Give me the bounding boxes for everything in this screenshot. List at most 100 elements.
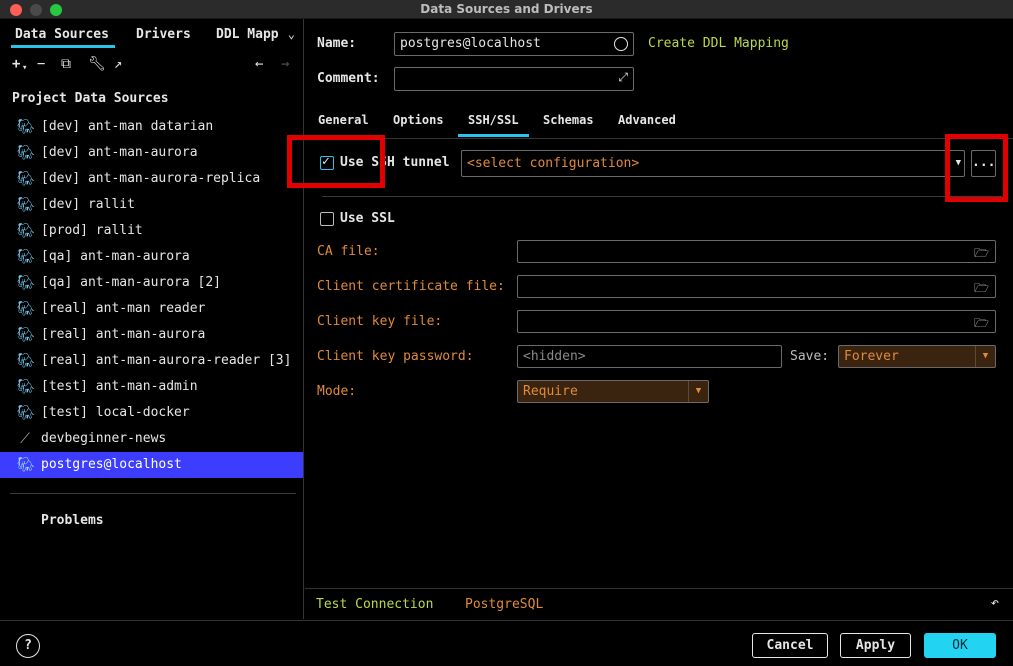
ssl-mode-select[interactable]: Require ▼ [517,380,709,403]
remove-icon[interactable]: − [37,56,45,72]
list-item-label: [real] ant-man reader [41,301,206,316]
client-key-file-field[interactable]: 🗁 [517,310,996,333]
list-item[interactable]: 🐘︎ [test] local-docker [0,400,303,426]
duplicate-icon[interactable]: ⧉ [61,56,71,72]
tab-drivers[interactable]: Drivers [136,27,191,42]
tab-options[interactable]: Options [393,113,444,127]
list-item[interactable]: 🐘︎ [dev] ant-man-aurora-replica [0,166,303,192]
postgres-icon: 🐘︎ [17,145,35,161]
save-password-value: Forever [844,349,899,364]
tab-general[interactable]: General [318,113,369,127]
postgres-icon: 🐘︎ [17,301,35,317]
folder-icon[interactable]: 🗁 [974,314,989,335]
postgres-icon: 🐘︎ [17,405,35,421]
list-item[interactable]: ⟋ devbeginner-news [0,426,303,452]
add-dropdown-icon[interactable]: ▾ [22,60,27,76]
list-item[interactable]: 🐘︎ [test] ant-man-admin [0,374,303,400]
save-password-select[interactable]: Forever ▼ [838,345,996,368]
cancel-button[interactable]: Cancel [752,633,828,658]
tab-ddl-mappings[interactable]: DDL Mapp [216,27,279,42]
postgres-icon: 🐘︎ [17,119,35,135]
client-key-password-field[interactable]: <hidden> [517,345,782,368]
list-item[interactable]: 🐘︎ [dev] ant-man-aurora [0,140,303,166]
name-field-value: postgres@localhost [400,36,541,51]
list-item[interactable]: 🐘︎ [dev] ant-man datarian [0,114,303,140]
problems-item[interactable]: Problems [41,513,104,528]
list-item-label: [real] ant-man-aurora-reader [3] [41,353,292,368]
comment-label: Comment: [317,71,380,86]
use-ssl-checkbox[interactable] [320,212,334,226]
list-item[interactable]: 🐘︎ [real] ant-man reader [0,296,303,322]
postgres-icon: 🐘︎ [17,171,35,187]
tab-ssh-ssl[interactable]: SSH/SSL [458,113,529,137]
help-button[interactable]: ? [16,634,40,658]
password-placeholder: <hidden> [523,349,586,364]
list-item-label: [dev] ant-man datarian [41,119,214,134]
highlight-box-ssh-checkbox [287,135,385,188]
tab-advanced[interactable]: Advanced [618,113,676,127]
driver-link[interactable]: PostgreSQL [465,597,543,612]
postgres-icon: 🐘︎ [17,275,35,291]
list-item[interactable]: 🐘︎ [real] ant-man-aurora-reader [3] [0,348,303,374]
ssh-configuration-select[interactable]: <select configuration> ▼ [461,150,965,177]
color-circle-icon[interactable] [614,37,628,51]
left-panel: Data Sources Drivers DDL Mapp ⌄ + ▾ − ⧉ … [0,19,304,619]
forward-arrow-icon[interactable]: → [281,56,289,72]
ssl-mode-value: Require [523,384,578,399]
list-item[interactable]: 🐘︎ [qa] ant-man-aurora [2] [0,270,303,296]
list-item[interactable]: 🐘︎ [qa] ant-man-aurora [0,244,303,270]
right-panel: Name: postgres@localhost Create DDL Mapp… [287,19,1013,619]
project-data-sources-heading: Project Data Sources [12,91,169,106]
settings-tab-bar: General Options SSH/SSL Schemas Advanced [305,105,1013,139]
expand-icon[interactable]: ⤢ [618,70,628,85]
comment-field[interactable]: ⤢ [394,67,634,91]
client-certificate-file-field[interactable]: 🗁 [517,275,996,298]
dialog-footer: ? Cancel Apply OK [0,620,1013,666]
ca-file-field[interactable]: 🗁 [517,240,996,263]
list-item-label: postgres@localhost [41,457,182,472]
tab-schemas[interactable]: Schemas [543,113,594,127]
list-item-label: [prod] rallit [41,223,143,238]
chart-line-icon: ⟋ [20,431,30,447]
list-item[interactable]: 🐘︎ [prod] rallit [0,218,303,244]
wrench-icon[interactable]: 🔧︎ [88,56,106,72]
add-icon[interactable]: + [12,56,20,72]
title-bar: Data Sources and Drivers [0,0,1013,19]
chevron-down-icon[interactable]: ⌄ [288,27,295,41]
revert-icon[interactable]: ↶ [991,595,999,611]
back-arrow-icon[interactable]: ← [255,56,263,72]
open-external-icon[interactable]: ↗ [114,56,122,72]
list-item-label: [qa] ant-man-aurora [2] [41,275,222,290]
apply-button[interactable]: Apply [840,633,911,658]
client-certificate-file-label: Client certificate file: [317,279,505,294]
client-key-file-label: Client key file: [317,314,443,329]
test-connection-link[interactable]: Test Connection [316,597,433,612]
highlight-box-more-button [945,134,1008,202]
list-item-label: [dev] rallit [41,197,135,212]
client-key-password-label: Client key password: [317,349,474,364]
list-item-selected[interactable]: 🐘︎ postgres@localhost [0,452,303,478]
name-label: Name: [317,36,357,51]
name-field[interactable]: postgres@localhost [394,32,634,56]
tab-data-sources[interactable]: Data Sources [11,27,115,48]
postgres-icon: 🐘︎ [17,223,35,239]
list-item[interactable]: 🐘︎ [dev] rallit [0,192,303,218]
ca-file-label: CA file: [317,244,380,259]
use-ssl-label: Use SSL [340,211,395,226]
folder-icon[interactable]: 🗁 [974,279,989,300]
ok-button[interactable]: OK [924,633,996,658]
postgres-icon: 🐘︎ [17,457,35,473]
list-item-label: [dev] ant-man-aurora-replica [41,171,261,186]
mode-label: Mode: [317,384,357,399]
create-ddl-mapping-link[interactable]: Create DDL Mapping [648,36,789,51]
left-tab-bar: Data Sources Drivers DDL Mapp ⌄ [0,19,303,50]
list-item-label: [test] local-docker [41,405,190,420]
list-item[interactable]: 🐘︎ [real] ant-man-aurora [0,322,303,348]
status-bar: Test Connection PostgreSQL ↶ [305,588,1013,620]
postgres-icon: 🐘︎ [17,327,35,343]
list-item-label: devbeginner-news [41,431,167,446]
postgres-icon: 🐘︎ [17,379,35,395]
folder-icon[interactable]: 🗁 [974,244,989,265]
list-item-label: [qa] ant-man-aurora [41,249,190,264]
chevron-down-icon: ▼ [688,381,708,402]
